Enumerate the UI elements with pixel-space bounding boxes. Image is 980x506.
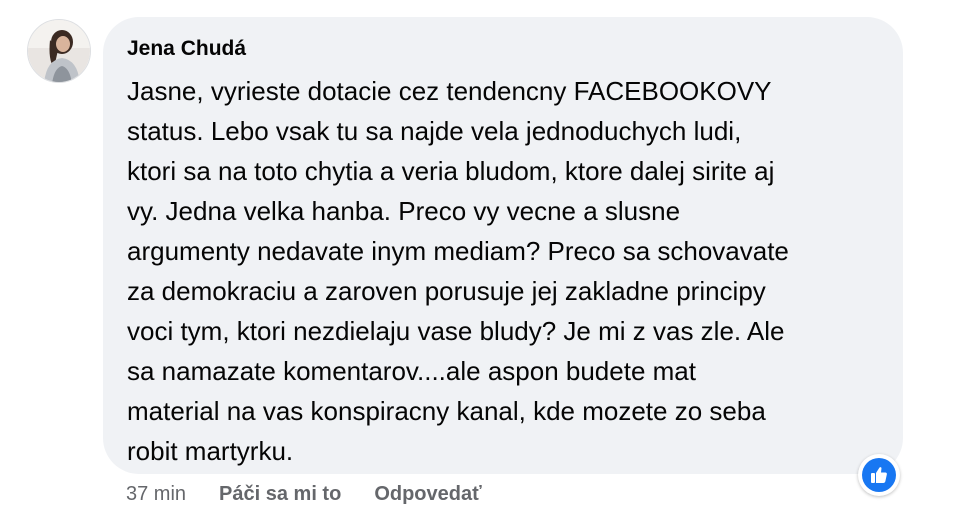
comment-timestamp[interactable]: 37 min bbox=[126, 480, 186, 506]
comment-text-line: voci tym, ktori nezdielaju vase bludy? J… bbox=[127, 316, 785, 346]
thumbs-up-icon bbox=[871, 467, 887, 483]
previous-comment-actions bbox=[126, 0, 546, 6]
comment-text-line: za demokraciu a zaroven porusuje jej zak… bbox=[127, 276, 766, 306]
comment-text-line: sa namazate komentarov....ale aspon bude… bbox=[127, 356, 696, 386]
comment-text-line: ktori sa na toto chytia a veria bludom, … bbox=[127, 156, 775, 186]
user-avatar-photo-icon bbox=[28, 20, 90, 82]
reply-button[interactable]: Odpovedať bbox=[374, 480, 481, 506]
comment-author-name[interactable]: Jena Chudá bbox=[127, 35, 877, 63]
comment-actions: 37 min Páči sa mi to Odpovedať bbox=[126, 480, 482, 506]
comment-text: Jasne, vyrieste dotacie cez tendencny FA… bbox=[127, 71, 877, 471]
comment-thread: Jena Chudá Jasne, vyrieste dotacie cez t… bbox=[0, 0, 980, 506]
comment-bubble: Jena Chudá Jasne, vyrieste dotacie cez t… bbox=[103, 17, 903, 474]
comment-text-line: vy. Jedna velka hanba. Preco vy vecne a … bbox=[127, 196, 681, 226]
reaction-badge[interactable] bbox=[858, 454, 900, 496]
comment-text-line: Jasne, vyrieste dotacie cez tendencny FA… bbox=[127, 76, 772, 106]
reaction-circle bbox=[862, 458, 896, 492]
cut-off-text-fragment bbox=[126, 0, 546, 6]
comment-text-line: argumenty nedavate inym mediam? Preco sa… bbox=[127, 236, 789, 266]
comment-text-line: status. Lebo vsak tu sa najde vela jedno… bbox=[127, 116, 742, 146]
comment-text-line: robit martyrku. bbox=[127, 436, 294, 466]
comment-text-line: material na vas konspiracny kanal, kde m… bbox=[127, 396, 766, 426]
avatar[interactable] bbox=[27, 19, 91, 83]
like-button[interactable]: Páči sa mi to bbox=[219, 480, 341, 506]
